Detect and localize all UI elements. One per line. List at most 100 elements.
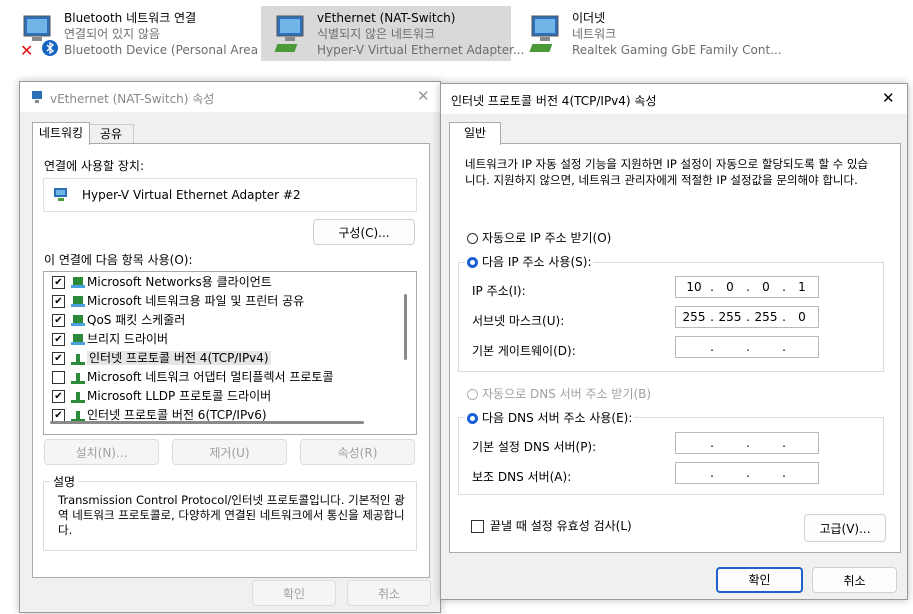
description-text: Transmission Control Protocol/인터넷 프로토콜입니… [58, 493, 405, 537]
ip-address-field[interactable]: 10 . 0 . 0 . 1 [675, 276, 819, 298]
ip-dot: . [746, 280, 750, 294]
network-adapter-icon [274, 15, 304, 52]
client-icon [71, 314, 85, 327]
adapter-device: Bluetooth Device (Personal Area ... [64, 43, 274, 57]
advanced-button[interactable]: 고급(V)... [804, 514, 886, 542]
tab-general[interactable]: 일반 [449, 122, 501, 145]
list-item[interactable]: ✔ QoS 패킷 스케줄러 [52, 311, 185, 330]
dialog-title: vEthernet (NAT-Switch) 속성 [50, 92, 215, 106]
disconnected-x-icon: ✕ [20, 41, 34, 60]
ip-dot: . [746, 436, 750, 450]
gateway-field[interactable]: . . . [675, 336, 819, 358]
configure-button[interactable]: 구성(C)... [313, 219, 415, 245]
checkbox[interactable]: ✔ [52, 390, 65, 403]
remove-button[interactable]: 제거(U) [172, 439, 287, 465]
radio-label: 자동으로 DNS 서버 주소 받기(B) [482, 387, 652, 401]
title-bar: 인터넷 프로토콜 버전 4(TCP/IPv4) 속성 ✕ [441, 84, 907, 114]
checkbox[interactable]: ✔ [52, 295, 65, 308]
checkbox[interactable]: ✔ [52, 314, 65, 327]
description-title: 설명 [50, 473, 79, 490]
adapter-status: 연결되어 있지 않음 [64, 27, 160, 41]
ip-dot: . [710, 280, 714, 294]
gateway-label: 기본 게이트웨이(D): [472, 344, 576, 358]
ip-octet: 0 [762, 280, 770, 294]
ip-dot: . [746, 340, 750, 354]
ip-octet: 10 [686, 280, 702, 294]
checkbox[interactable]: ✔ [52, 276, 65, 289]
ip-octet: 255 [682, 310, 706, 324]
install-button[interactable]: 설치(N)... [44, 439, 159, 465]
checkbox[interactable] [52, 371, 65, 384]
auto-ip-radio[interactable]: 자동으로 IP 주소 받기(O) [467, 229, 611, 246]
adapter-name: 이더넷 [572, 11, 606, 25]
tab-label: 일반 [463, 126, 487, 140]
items-list: ✔ Microsoft Networks용 클라이언트 ✔ Microsoft 네트… [43, 271, 417, 435]
title-bar: vEthernet (NAT-Switch) 속성 ✕ [20, 82, 440, 112]
list-item-selected[interactable]: ✔ 인터넷 프로토콜 버전 4(TCP/IPv4) [52, 349, 271, 368]
ip-dot: . [782, 436, 786, 450]
manual-dns-radio[interactable]: 다음 DNS 서버 주소 사용(E): [465, 409, 635, 426]
list-item[interactable]: ✔ Microsoft LLDP 프로토콜 드라이버 [52, 387, 271, 406]
checkbox[interactable]: ✔ [52, 352, 65, 365]
adapter-name: Bluetooth 네트워크 연결 [64, 11, 197, 25]
client-icon [71, 295, 85, 308]
checkbox[interactable] [471, 520, 484, 533]
ip-octet: 255 [754, 310, 778, 324]
ip-dot: . [710, 436, 714, 450]
close-icon[interactable]: ✕ [417, 87, 430, 105]
tab-sharing[interactable]: 공유 [88, 124, 134, 145]
alternate-dns-field[interactable]: . . . [675, 462, 819, 484]
ip-dot: . [782, 280, 786, 294]
adapter-bluetooth[interactable]: ✕ Bluetooth 네트워크 연결 연결되어 있지 않음 Bluetooth… [8, 6, 273, 61]
client-icon [71, 276, 85, 289]
item-label: QoS 패킷 스케줄러 [87, 313, 186, 327]
close-icon[interactable]: ✕ [882, 89, 895, 107]
preferred-dns-field[interactable]: . . . [675, 432, 819, 454]
alternate-dns-label: 보조 DNS 서버(A): [472, 470, 572, 484]
cancel-button[interactable]: 취소 [347, 580, 431, 606]
list-item[interactable]: Microsoft 네트워크 어댑터 멀티플렉서 프로토콜 [52, 368, 334, 387]
device-box: Hyper-V Virtual Ethernet Adapter #2 [43, 178, 417, 212]
adapter-vethernet[interactable]: vEthernet (NAT-Switch) 식별되지 않은 네트워크 Hype… [261, 6, 524, 61]
ip-dot: . [782, 340, 786, 354]
ok-button[interactable]: 확인 [716, 567, 803, 593]
ip-octet: 0 [726, 280, 734, 294]
protocol-icon [71, 352, 85, 365]
radio-button[interactable] [467, 389, 478, 400]
vertical-scrollbar[interactable] [404, 294, 407, 360]
network-adapter-icon [54, 188, 67, 201]
dialog-title: 인터넷 프로토콜 버전 4(TCP/IPv4) 속성 [451, 94, 657, 108]
ip-dot: . [710, 466, 714, 480]
list-item[interactable]: ✔ Microsoft Networks용 클라이언트 [52, 273, 272, 292]
adapter-status: 식별되지 않은 네트워크 [317, 27, 436, 41]
checkbox[interactable]: ✔ [52, 333, 65, 346]
manual-ip-radio[interactable]: 다음 IP 주소 사용(S): [465, 253, 594, 270]
properties-button[interactable]: 속성(R) [300, 439, 415, 465]
horizontal-scrollbar[interactable] [50, 421, 364, 424]
client-icon [71, 333, 85, 346]
ip-dot: . [746, 466, 750, 480]
list-item[interactable]: ✔ 브리지 드라이버 [52, 330, 168, 349]
validate-checkbox[interactable]: 끝낼 때 설정 유효성 검사(L) [471, 517, 632, 534]
connect-using-label: 연결에 사용할 장치: [44, 159, 144, 173]
radio-button[interactable] [467, 257, 478, 268]
tab-label: 공유 [99, 127, 123, 141]
ip-dot: . [782, 310, 786, 324]
radio-button[interactable] [467, 413, 478, 424]
auto-dns-radio[interactable]: 자동으로 DNS 서버 주소 받기(B) [467, 385, 651, 402]
ip-dot: . [710, 340, 714, 354]
tab-networking[interactable]: 네트워킹 [32, 122, 90, 145]
tab-label: 네트워킹 [38, 126, 84, 140]
ip-dot: . [746, 310, 750, 324]
cancel-button[interactable]: 취소 [812, 567, 897, 593]
item-label: Microsoft LLDP 프로토콜 드라이버 [87, 389, 272, 403]
subnet-mask-field[interactable]: 255 . 255 . 255 . 0 [675, 306, 819, 328]
ip-address-label: IP 주소(I): [472, 284, 526, 298]
radio-button[interactable] [467, 233, 478, 244]
adapter-ethernet[interactable]: 이더넷 네트워크 Realtek Gaming GbE Family Cont.… [516, 6, 782, 61]
adapter-name: vEthernet (NAT-Switch) [317, 11, 456, 25]
ip-dot: . [710, 310, 714, 324]
network-adapter-icon [529, 15, 559, 52]
ok-button[interactable]: 확인 [252, 580, 336, 606]
list-item[interactable]: ✔ Microsoft 네트워크용 파일 및 프린터 공유 [52, 292, 304, 311]
